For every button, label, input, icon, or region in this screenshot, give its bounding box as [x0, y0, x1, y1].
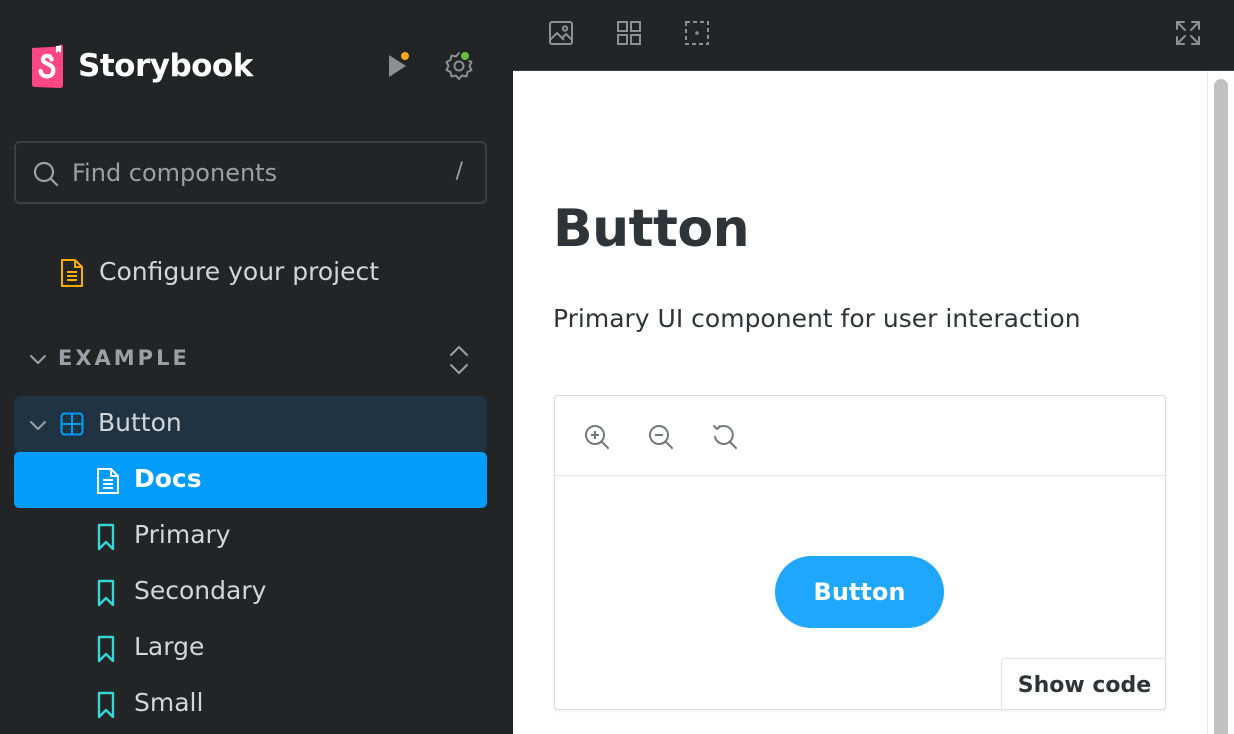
brand-name: Storybook — [78, 48, 253, 84]
fullscreen-button[interactable] — [1171, 16, 1205, 50]
zoom-out-icon — [649, 425, 673, 449]
storybook-logo-icon — [32, 44, 63, 88]
fullscreen-icon — [1176, 21, 1200, 45]
canvas-toolbar — [555, 396, 1165, 476]
chevron-down-icon — [30, 421, 46, 430]
image-icon — [549, 21, 573, 45]
show-code-button[interactable]: Show code — [1001, 658, 1165, 709]
document-icon — [61, 259, 83, 287]
page-description: Primary UI component for user interactio… — [553, 304, 1081, 333]
measure-icon — [685, 21, 709, 45]
search-icon — [33, 161, 59, 187]
bookmark-icon — [97, 691, 115, 719]
section-label: EXAMPLE — [58, 346, 190, 370]
page-title: Button — [553, 199, 750, 259]
sidebar-item-docs[interactable]: Docs — [14, 452, 487, 508]
reset-zoom-icon — [713, 424, 737, 449]
sidebar-item-secondary[interactable]: Secondary — [14, 564, 487, 620]
search-input[interactable] — [72, 153, 432, 193]
preview-toolbar — [513, 0, 1234, 71]
expand-collapse-icon[interactable] — [444, 342, 474, 378]
grid-button[interactable] — [612, 16, 646, 50]
sidebar-item-label: Primary — [134, 520, 231, 549]
section-example[interactable]: EXAMPLE — [14, 336, 487, 384]
grid-icon — [617, 21, 641, 45]
sidebar-item-label: Large — [134, 632, 205, 661]
play-button[interactable] — [377, 46, 417, 86]
demo-button[interactable]: Button — [775, 556, 944, 628]
measure-button[interactable] — [680, 16, 714, 50]
scrollbar[interactable] — [1207, 71, 1234, 734]
zoom-in-button[interactable] — [581, 421, 613, 453]
zoom-in-icon — [585, 425, 609, 449]
sidebar-item-configure[interactable]: Configure your project — [14, 245, 487, 301]
document-icon — [97, 468, 119, 494]
sidebar-item-button-component[interactable]: Button — [14, 396, 487, 452]
storybook-app: Storybook / — [0, 0, 1234, 734]
sidebar-item-label: Button — [98, 408, 182, 437]
sidebar-item-label: Secondary — [134, 576, 267, 605]
sidebar-item-primary[interactable]: Primary — [14, 508, 487, 564]
sidebar-item-label: Small — [134, 688, 204, 717]
docs-preview: Button Primary UI component for user int… — [513, 71, 1234, 734]
zoom-reset-button[interactable] — [709, 421, 741, 453]
bookmark-icon — [97, 523, 115, 551]
story-canvas: Button Show code — [554, 395, 1166, 710]
settings-button[interactable] — [439, 46, 479, 86]
component-icon — [60, 412, 84, 436]
zoom-out-button[interactable] — [645, 421, 677, 453]
status-dot — [459, 50, 471, 62]
sidebar: Storybook / — [0, 0, 513, 734]
sidebar-item-label: Docs — [134, 464, 202, 493]
sidebar-item-large[interactable]: Large — [14, 620, 487, 676]
sidebar-item-small[interactable]: Small — [14, 676, 487, 732]
search-shortcut: / — [455, 159, 463, 184]
bookmark-icon — [97, 635, 115, 663]
brand[interactable]: Storybook — [30, 43, 253, 89]
sidebar-item-label: Configure your project — [99, 257, 380, 286]
search-box[interactable]: / — [14, 141, 487, 204]
notification-dot — [399, 50, 411, 62]
background-button[interactable] — [544, 16, 578, 50]
scrollbar-thumb[interactable] — [1214, 79, 1228, 734]
bookmark-icon — [97, 579, 115, 607]
chevron-down-icon — [30, 355, 46, 364]
